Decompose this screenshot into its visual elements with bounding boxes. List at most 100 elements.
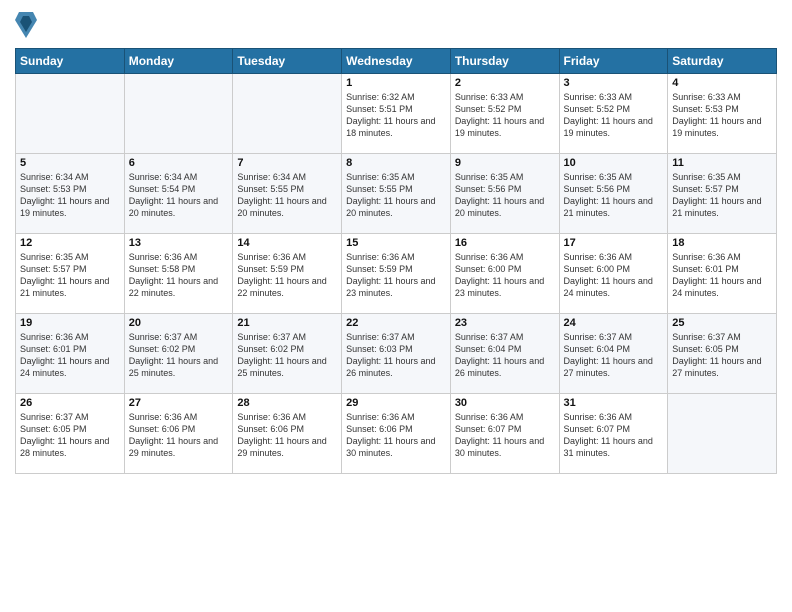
calendar-cell: 16Sunrise: 6:36 AM Sunset: 6:00 PM Dayli… <box>450 234 559 314</box>
day-number: 26 <box>20 397 120 409</box>
day-number: 10 <box>564 157 664 169</box>
day-info: Sunrise: 6:36 AM Sunset: 6:01 PM Dayligh… <box>672 251 772 300</box>
page-header <box>15 10 777 40</box>
day-number: 23 <box>455 317 555 329</box>
day-number: 5 <box>20 157 120 169</box>
logo <box>15 10 41 40</box>
day-info: Sunrise: 6:36 AM Sunset: 6:07 PM Dayligh… <box>455 411 555 460</box>
day-number: 21 <box>237 317 337 329</box>
calendar-cell: 10 Sunrise: 6:35 AM Sunset: 5:56 PM Dayli… <box>559 154 668 234</box>
day-number: 4 <box>672 77 772 89</box>
day-number: 29 <box>346 397 446 409</box>
calendar-cell: 19 Sunrise: 6:36 AM Sunset: 6:01 PM Dayli… <box>16 314 125 394</box>
calendar-cell: 31Sunrise: 6:36 AM Sunset: 6:07 PM Dayli… <box>559 394 668 474</box>
weekday-header-row: SundayMondayTuesdayWednesdayThursdayFrid… <box>16 49 777 74</box>
day-info: Sunrise: 6:36 AM Sunset: 5:59 PM Dayligh… <box>237 251 337 300</box>
calendar-cell: 24 Sunrise: 6:37 AM Sunset: 6:04 PM Dayli… <box>559 314 668 394</box>
day-number: 14 <box>237 237 337 249</box>
weekday-header-sunday: Sunday <box>16 49 125 74</box>
day-info: Sunrise: 6:33 AM Sunset: 5:53 PM Dayligh… <box>672 91 772 140</box>
day-number: 17 <box>564 237 664 249</box>
day-number: 12 <box>20 237 120 249</box>
day-info: Sunrise: 6:33 AM Sunset: 5:52 PM Dayligh… <box>455 91 555 140</box>
calendar-cell: 22 Sunrise: 6:37 AM Sunset: 6:03 PM Dayli… <box>342 314 451 394</box>
day-number: 18 <box>672 237 772 249</box>
day-info: Sunrise: 6:37 AM Sunset: 6:03 PM Dayligh… <box>346 331 446 380</box>
day-info: Sunrise: 6:35 AM Sunset: 5:57 PM Dayligh… <box>672 171 772 220</box>
calendar-cell: 4 Sunrise: 6:33 AM Sunset: 5:53 PM Daylig… <box>668 74 777 154</box>
day-info: Sunrise: 6:36 AM Sunset: 6:06 PM Dayligh… <box>237 411 337 460</box>
day-info: Sunrise: 6:37 AM Sunset: 6:04 PM Dayligh… <box>564 331 664 380</box>
weekday-header-wednesday: Wednesday <box>342 49 451 74</box>
calendar-cell: 30 Sunrise: 6:36 AM Sunset: 6:07 PM Dayli… <box>450 394 559 474</box>
day-info: Sunrise: 6:34 AM Sunset: 5:53 PM Dayligh… <box>20 171 120 220</box>
day-number: 16 <box>455 237 555 249</box>
day-info: Sunrise: 6:33 AM Sunset: 5:52 PM Dayligh… <box>564 91 664 140</box>
calendar-cell: 2 Sunrise: 6:33 AM Sunset: 5:52 PM Daylig… <box>450 74 559 154</box>
day-info: Sunrise: 6:36 AM Sunset: 6:01 PM Dayligh… <box>20 331 120 380</box>
weekday-header-thursday: Thursday <box>450 49 559 74</box>
calendar-cell <box>668 394 777 474</box>
day-info: Sunrise: 6:36 AM Sunset: 5:59 PM Dayligh… <box>346 251 446 300</box>
logo-icon <box>15 10 37 40</box>
calendar-cell: 25 Sunrise: 6:37 AM Sunset: 6:05 PM Dayli… <box>668 314 777 394</box>
day-number: 19 <box>20 317 120 329</box>
calendar-week-row: 12 Sunrise: 6:35 AM Sunset: 5:57 PM Dayli… <box>16 234 777 314</box>
day-info: Sunrise: 6:34 AM Sunset: 5:55 PM Dayligh… <box>237 171 337 220</box>
calendar-cell: 9Sunrise: 6:35 AM Sunset: 5:56 PM Daylig… <box>450 154 559 234</box>
day-info: Sunrise: 6:37 AM Sunset: 6:02 PM Dayligh… <box>129 331 229 380</box>
day-number: 13 <box>129 237 229 249</box>
calendar-cell: 18 Sunrise: 6:36 AM Sunset: 6:01 PM Dayli… <box>668 234 777 314</box>
calendar-cell: 15 Sunrise: 6:36 AM Sunset: 5:59 PM Dayli… <box>342 234 451 314</box>
calendar-cell: 14 Sunrise: 6:36 AM Sunset: 5:59 PM Dayli… <box>233 234 342 314</box>
day-number: 11 <box>672 157 772 169</box>
weekday-header-tuesday: Tuesday <box>233 49 342 74</box>
calendar-cell: 20 Sunrise: 6:37 AM Sunset: 6:02 PM Dayli… <box>124 314 233 394</box>
page-container: SundayMondayTuesdayWednesdayThursdayFrid… <box>0 0 792 484</box>
day-number: 27 <box>129 397 229 409</box>
day-info: Sunrise: 6:37 AM Sunset: 6:04 PM Dayligh… <box>455 331 555 380</box>
day-number: 15 <box>346 237 446 249</box>
day-info: Sunrise: 6:36 AM Sunset: 6:00 PM Dayligh… <box>564 251 664 300</box>
day-info: Sunrise: 6:32 AM Sunset: 5:51 PM Dayligh… <box>346 91 446 140</box>
calendar-cell <box>233 74 342 154</box>
day-info: Sunrise: 6:37 AM Sunset: 6:05 PM Dayligh… <box>20 411 120 460</box>
day-info: Sunrise: 6:35 AM Sunset: 5:57 PM Dayligh… <box>20 251 120 300</box>
day-info: Sunrise: 6:36 AM Sunset: 6:06 PM Dayligh… <box>346 411 446 460</box>
day-number: 25 <box>672 317 772 329</box>
calendar-cell: 13 Sunrise: 6:36 AM Sunset: 5:58 PM Dayli… <box>124 234 233 314</box>
calendar-week-row: 1Sunrise: 6:32 AM Sunset: 5:51 PM Daylig… <box>16 74 777 154</box>
day-info: Sunrise: 6:36 AM Sunset: 6:06 PM Dayligh… <box>129 411 229 460</box>
calendar-cell: 1Sunrise: 6:32 AM Sunset: 5:51 PM Daylig… <box>342 74 451 154</box>
calendar-cell: 7Sunrise: 6:34 AM Sunset: 5:55 PM Daylig… <box>233 154 342 234</box>
day-info: Sunrise: 6:35 AM Sunset: 5:55 PM Dayligh… <box>346 171 446 220</box>
day-info: Sunrise: 6:37 AM Sunset: 6:05 PM Dayligh… <box>672 331 772 380</box>
day-number: 31 <box>564 397 664 409</box>
calendar-cell: 26 Sunrise: 6:37 AM Sunset: 6:05 PM Dayli… <box>16 394 125 474</box>
day-number: 30 <box>455 397 555 409</box>
day-info: Sunrise: 6:35 AM Sunset: 5:56 PM Dayligh… <box>455 171 555 220</box>
day-info: Sunrise: 6:36 AM Sunset: 5:58 PM Dayligh… <box>129 251 229 300</box>
day-number: 24 <box>564 317 664 329</box>
day-number: 28 <box>237 397 337 409</box>
calendar-cell: 5 Sunrise: 6:34 AM Sunset: 5:53 PM Daylig… <box>16 154 125 234</box>
day-number: 8 <box>346 157 446 169</box>
calendar-cell: 17 Sunrise: 6:36 AM Sunset: 6:00 PM Dayli… <box>559 234 668 314</box>
day-number: 20 <box>129 317 229 329</box>
day-info: Sunrise: 6:35 AM Sunset: 5:56 PM Dayligh… <box>564 171 664 220</box>
weekday-header-monday: Monday <box>124 49 233 74</box>
day-number: 3 <box>564 77 664 89</box>
calendar-week-row: 26 Sunrise: 6:37 AM Sunset: 6:05 PM Dayli… <box>16 394 777 474</box>
day-number: 2 <box>455 77 555 89</box>
calendar-week-row: 5 Sunrise: 6:34 AM Sunset: 5:53 PM Daylig… <box>16 154 777 234</box>
calendar-cell: 29 Sunrise: 6:36 AM Sunset: 6:06 PM Dayli… <box>342 394 451 474</box>
weekday-header-saturday: Saturday <box>668 49 777 74</box>
calendar-cell: 11 Sunrise: 6:35 AM Sunset: 5:57 PM Dayli… <box>668 154 777 234</box>
day-number: 22 <box>346 317 446 329</box>
day-info: Sunrise: 6:37 AM Sunset: 6:02 PM Dayligh… <box>237 331 337 380</box>
calendar-cell <box>124 74 233 154</box>
calendar-week-row: 19 Sunrise: 6:36 AM Sunset: 6:01 PM Dayli… <box>16 314 777 394</box>
calendar-cell: 12 Sunrise: 6:35 AM Sunset: 5:57 PM Dayli… <box>16 234 125 314</box>
calendar-cell: 3 Sunrise: 6:33 AM Sunset: 5:52 PM Daylig… <box>559 74 668 154</box>
calendar-cell: 21 Sunrise: 6:37 AM Sunset: 6:02 PM Dayli… <box>233 314 342 394</box>
